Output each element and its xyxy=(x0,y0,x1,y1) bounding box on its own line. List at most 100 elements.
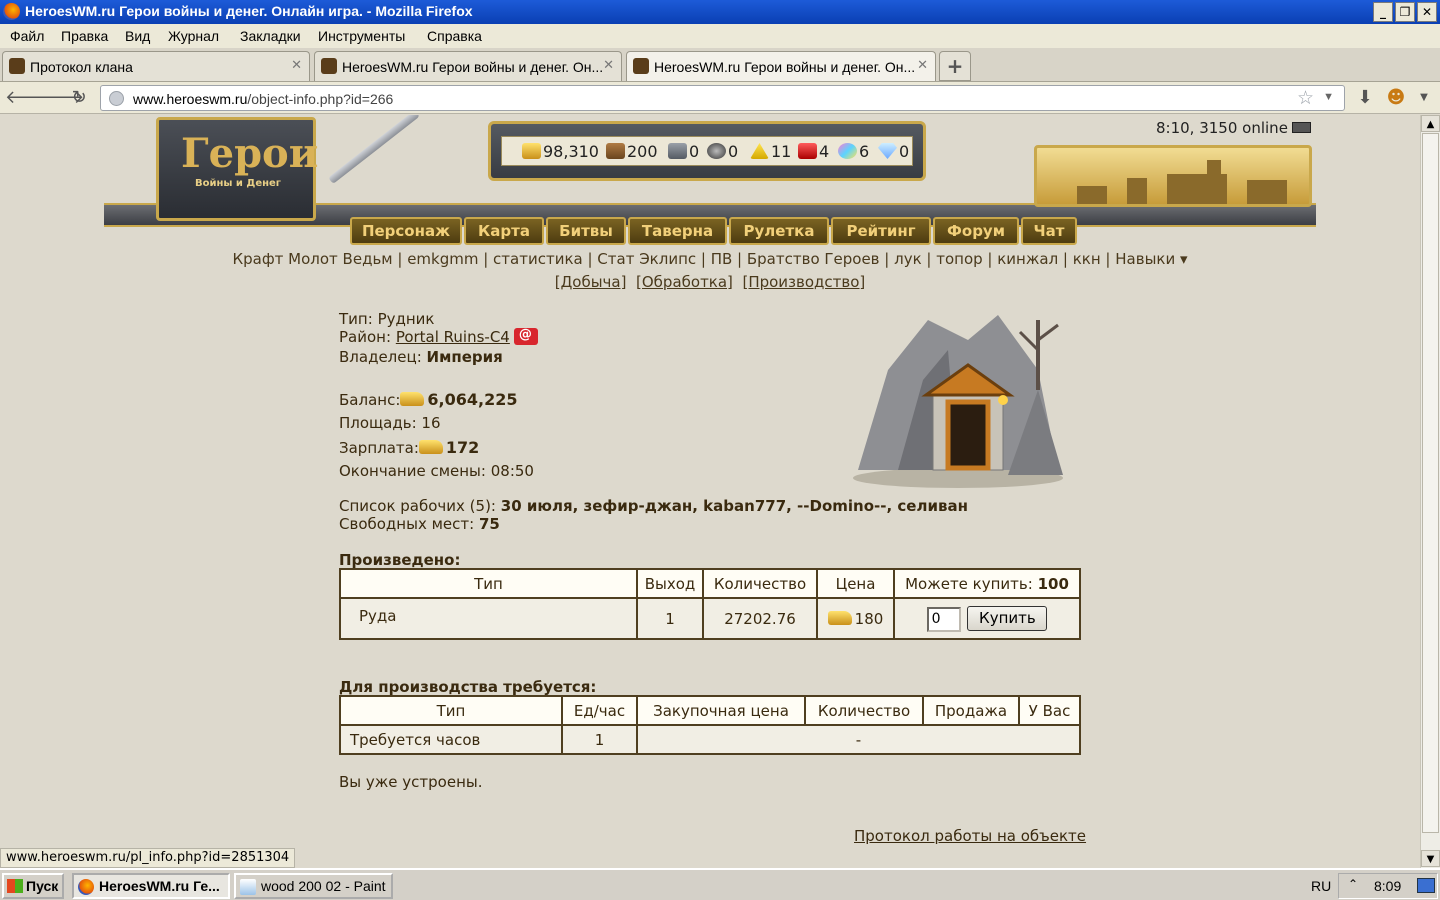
row-buy-cell: Купить xyxy=(893,597,1081,640)
quantity-input[interactable] xyxy=(926,606,961,632)
tab-close-icon[interactable]: ✕ xyxy=(917,57,928,73)
menu-edit[interactable]: Правка xyxy=(61,28,108,44)
wood-icon xyxy=(606,143,625,159)
show-desktop-icon[interactable] xyxy=(1417,878,1435,893)
menu-chevron-icon[interactable]: ▼ xyxy=(1413,87,1435,109)
tab-clan-protocol[interactable]: Протокол клана ✕ xyxy=(2,51,310,81)
gold-icon xyxy=(827,610,852,625)
forward-icon[interactable]: 🡒 xyxy=(36,87,84,109)
nav-chat[interactable]: Чат xyxy=(1021,217,1077,245)
scroll-up-icon[interactable]: ▲ xyxy=(1421,115,1440,132)
col-you-have: У Вас xyxy=(1018,695,1081,726)
row-quantity: 27202.76 xyxy=(702,597,818,640)
gold-icon xyxy=(400,392,425,406)
language-indicator[interactable]: RU xyxy=(1311,878,1331,894)
menu-view[interactable]: Вид xyxy=(125,28,150,44)
row-type: Руда xyxy=(339,597,638,640)
download-icon[interactable]: ⬇ xyxy=(1354,87,1376,109)
row-price: 180 xyxy=(816,597,895,640)
minimize-button[interactable]: _ xyxy=(1373,2,1393,22)
addon-icon[interactable]: ☻ xyxy=(1385,87,1407,109)
nav-forum[interactable]: Форум xyxy=(933,217,1019,245)
area-line: Площадь: 16 xyxy=(339,414,441,432)
tab-close-icon[interactable]: ✕ xyxy=(603,57,614,73)
address-bar[interactable]: www.heroeswm.ru/object-info.php?id=266 ☆… xyxy=(100,85,1345,111)
sulfur-icon xyxy=(750,143,769,159)
reload-icon[interactable]: ↻ xyxy=(68,87,90,109)
resources-panel: 98,310 200 0 0 11 4 6 0 xyxy=(488,121,926,181)
heroes-favicon-icon xyxy=(9,58,25,74)
address-url: www.heroeswm.ru/object-info.php?id=266 xyxy=(133,91,394,107)
nav-map[interactable]: Карта xyxy=(464,217,544,245)
col-per-hour: Ед/час xyxy=(561,695,638,726)
windows-logo-icon xyxy=(7,879,23,893)
tab-close-icon[interactable]: ✕ xyxy=(291,57,302,73)
scroll-down-icon[interactable]: ▼ xyxy=(1421,850,1440,867)
new-tab-button[interactable]: + xyxy=(939,51,971,81)
tray-expand-icon[interactable]: ⌃ xyxy=(1348,877,1358,891)
free-slots-line: Свободных мест: 75 xyxy=(339,515,500,533)
nav-battles[interactable]: Битвы xyxy=(546,217,626,245)
tab-strip: Протокол клана ✕ HeroesWM.ru Герои войны… xyxy=(0,48,1440,82)
table-header-row: Тип Ед/час Закупочная цена Количество Пр… xyxy=(339,695,1081,726)
shift-end-line: Окончание смены: 08:50 xyxy=(339,462,534,480)
buy-button[interactable]: Купить xyxy=(967,605,1048,631)
nav-character[interactable]: Персонаж xyxy=(350,217,462,245)
menu-file[interactable]: Файл xyxy=(10,28,44,44)
row-output: 1 xyxy=(636,597,704,640)
col-price: Цена xyxy=(816,568,895,599)
menu-help[interactable]: Справка xyxy=(427,28,482,44)
gold-resource: 98,310 xyxy=(522,142,599,161)
required-table: Тип Ед/час Закупочная цена Количество Пр… xyxy=(339,695,1081,755)
mail-icon[interactable] xyxy=(1291,122,1311,133)
window-title: HeroesWM.ru Герои войны и денег. Онлайн … xyxy=(25,3,473,19)
castle-banner xyxy=(1034,145,1312,207)
scroll-thumb[interactable] xyxy=(1422,133,1439,833)
tab-heroes-2[interactable]: HeroesWM.ru Герои войны и денег. Он... ✕ xyxy=(626,51,936,81)
restore-button[interactable]: ❐ xyxy=(1395,2,1415,22)
link-processing[interactable]: [Обработка] xyxy=(636,273,733,291)
back-icon[interactable]: 🡐 xyxy=(5,87,53,109)
paint-icon xyxy=(240,879,256,895)
mine-image xyxy=(853,315,1063,488)
heroes-favicon-icon xyxy=(633,58,649,74)
menu-history[interactable]: Журнал xyxy=(168,28,219,44)
start-button[interactable]: Пуск xyxy=(2,873,64,899)
link-production[interactable]: [Производство] xyxy=(742,273,865,291)
type-line: Тип: Рудник xyxy=(339,310,435,328)
game-logo[interactable]: Герои Войны и Денег xyxy=(156,117,318,221)
custom-links[interactable]: Крафт Молот Ведьм | emkgmm | статистика … xyxy=(0,250,1420,268)
menu-bar: Файл Правка Вид Журнал Закладки Инструме… xyxy=(0,24,1440,48)
sword-decoration xyxy=(328,115,420,185)
at-icon[interactable] xyxy=(513,327,538,345)
chevron-down-icon[interactable]: ▼ xyxy=(1323,91,1334,103)
nav-rating[interactable]: Рейтинг xyxy=(831,217,931,245)
balance-line: Баланс: 6,064,225 xyxy=(339,390,518,409)
row-per-hour: 1 xyxy=(561,724,638,755)
link-extraction[interactable]: [Добыча] xyxy=(555,273,627,291)
col-sale: Продажа xyxy=(922,695,1020,726)
col-quantity: Количество xyxy=(804,695,924,726)
wood-resource: 200 xyxy=(606,142,658,161)
menu-tools[interactable]: Инструменты xyxy=(318,28,405,44)
tab-label: Протокол клана xyxy=(30,59,133,75)
required-title: Для производства требуется: xyxy=(339,678,597,696)
tab-heroes-1[interactable]: HeroesWM.ru Герои войны и денег. Он... ✕ xyxy=(314,51,622,81)
page-scrollbar[interactable]: ▲ ▼ xyxy=(1420,115,1440,868)
protocol-link[interactable]: Протокол работы на объекте xyxy=(854,827,1086,845)
window-titlebar: HeroesWM.ru Герои войны и денег. Онлайн … xyxy=(0,0,1440,24)
mercury-icon xyxy=(707,143,726,159)
sulfur-resource: 11 xyxy=(750,142,791,161)
nav-tavern[interactable]: Таверна xyxy=(628,217,727,245)
close-button[interactable]: ✕ xyxy=(1417,2,1437,22)
salary-line: Зарплата: 172 xyxy=(339,438,480,457)
bookmark-star-icon[interactable]: ☆ xyxy=(1297,87,1314,110)
table-header-row: Тип Выход Количество Цена Можете купить:… xyxy=(339,568,1081,599)
taskbar-item-firefox[interactable]: HeroesWM.ru Ге... xyxy=(72,873,230,899)
nav-roulette[interactable]: Рулетка xyxy=(729,217,829,245)
taskbar-item-paint[interactable]: wood 200 02 - Paint xyxy=(234,873,393,899)
menu-bookmarks[interactable]: Закладки xyxy=(240,28,301,44)
gold-icon xyxy=(418,440,443,454)
taskbar: Пуск HeroesWM.ru Ге... wood 200 02 - Pai… xyxy=(0,868,1440,900)
district-link[interactable]: Portal Ruins-C4 xyxy=(396,328,510,346)
